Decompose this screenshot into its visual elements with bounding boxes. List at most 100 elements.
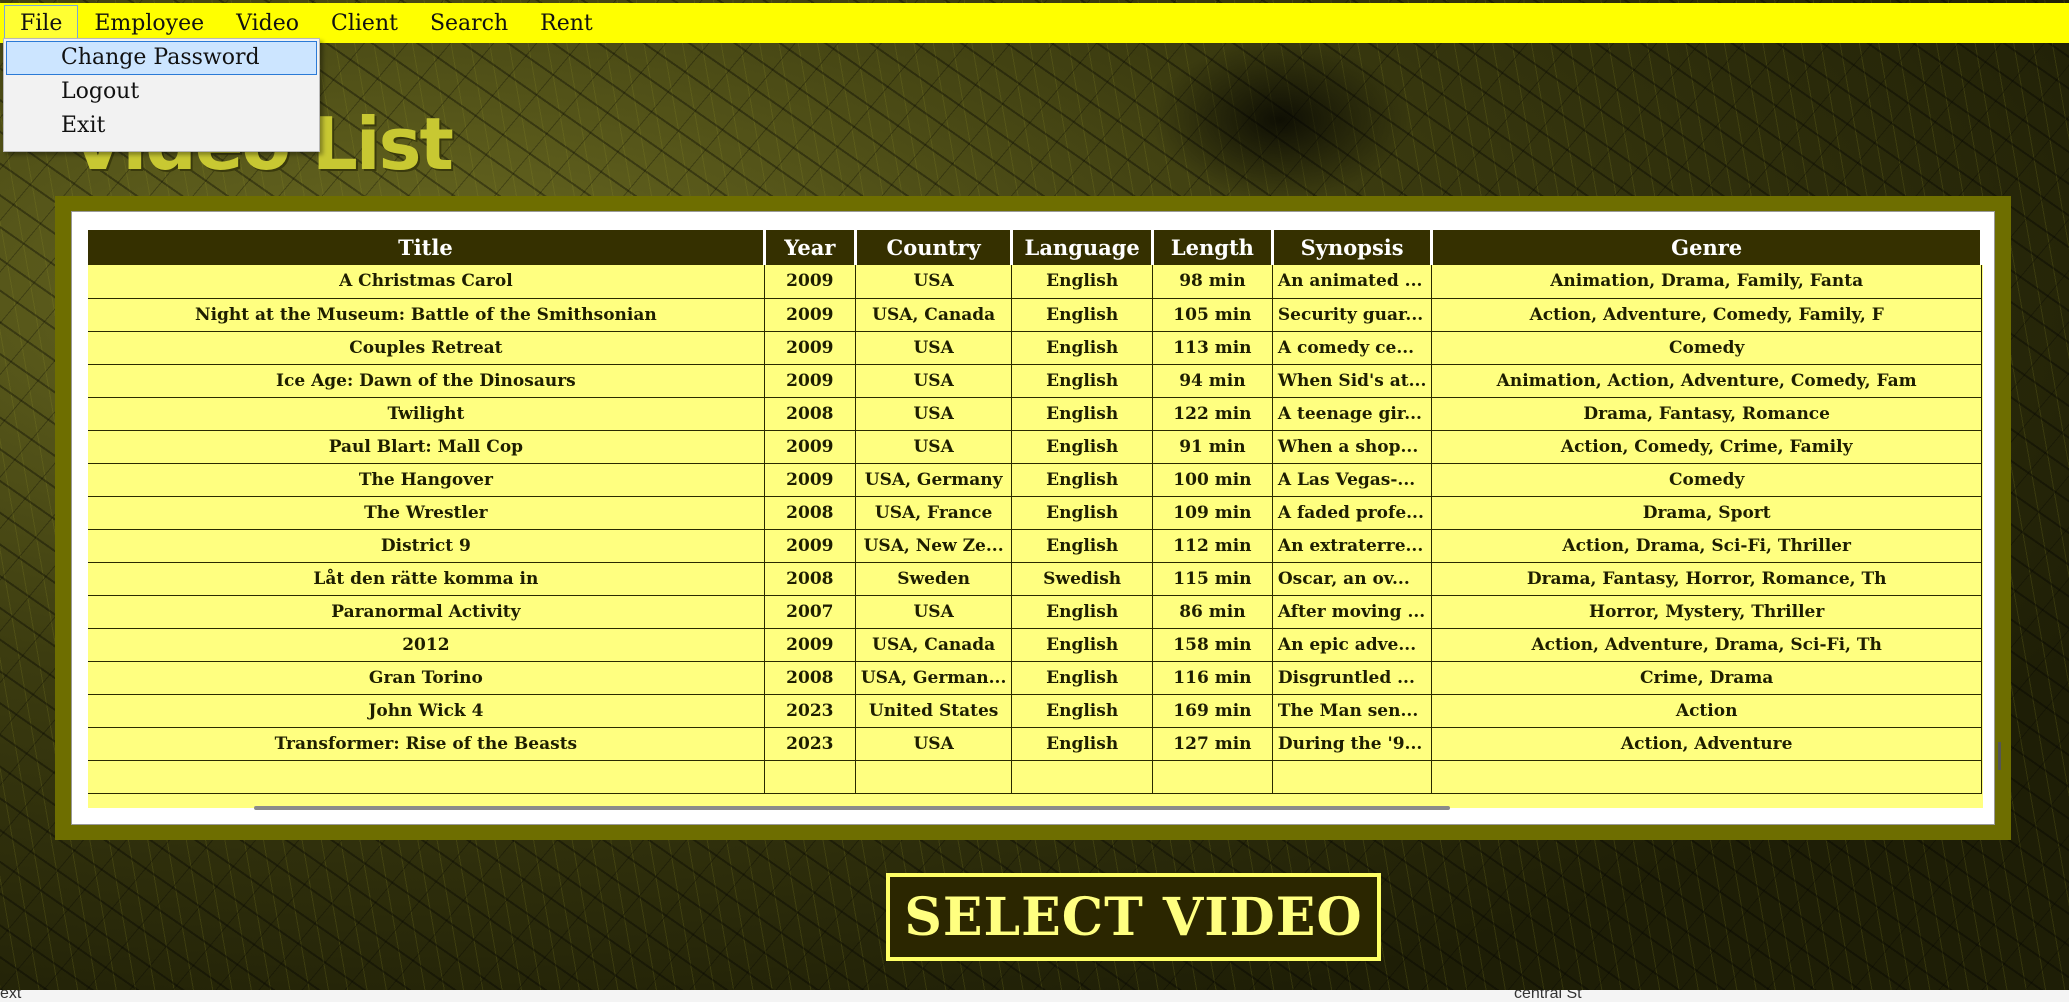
- table-row[interactable]: Låt den rätte komma in 2008 Sweden Swedish 1…: [88, 562, 1982, 596]
- file-dropdown-menu: Change Password Logout Exit: [3, 38, 320, 152]
- cell-language: English: [1011, 298, 1153, 332]
- cell-length: 112 min: [1152, 529, 1273, 563]
- cell-genre: Action, Drama, Sci-Fi, Thriller: [1431, 529, 1982, 563]
- table-row[interactable]: Transformer: Rise of the Beasts 2023 USA En…: [88, 727, 1982, 761]
- background-window-strip: ext central St: [0, 990, 2069, 1002]
- table-row[interactable]: The Hangover 2009 USA, Germany English 100 m…: [88, 463, 1982, 497]
- cell-synopsis: The Man sen...: [1272, 694, 1433, 728]
- cell-title: Gran Torino: [88, 661, 765, 695]
- cell-length: 116 min: [1152, 661, 1273, 695]
- cell-language: Swedish: [1011, 562, 1153, 596]
- cell-year: 2009: [764, 463, 856, 497]
- cell-language: English: [1011, 430, 1153, 464]
- cell-title: 2012: [88, 628, 765, 662]
- cell-country: United States: [855, 694, 1013, 728]
- cell-year: 2009: [764, 298, 856, 332]
- table-row[interactable]: Night at the Museum: Battle of the Smith…: [88, 298, 1982, 332]
- cell-country: USA, Canada: [855, 628, 1013, 662]
- video-table-body: A Christmas Carol 2009 USA English 98 min An …: [88, 265, 1982, 794]
- cell-title: [88, 760, 765, 794]
- table-row[interactable]: Couples Retreat 2009 USA English 113 min A co…: [88, 331, 1982, 365]
- cell-genre: Animation, Action, Adventure, Comedy, Fa…: [1431, 364, 1982, 398]
- cell-title: John Wick 4: [88, 694, 765, 728]
- cell-synopsis: Oscar, an ov...: [1272, 562, 1433, 596]
- cell-genre: Drama, Sport: [1431, 496, 1982, 530]
- menu-item-exit[interactable]: Exit: [6, 109, 317, 143]
- menu-rent[interactable]: Rent: [524, 5, 609, 41]
- cell-length: 122 min: [1152, 397, 1273, 431]
- cell-synopsis: [1272, 760, 1433, 794]
- horizontal-scrollbar[interactable]: [254, 806, 1450, 810]
- cell-language: English: [1011, 529, 1153, 563]
- table-row[interactable]: Paul Blart: Mall Cop 2009 USA English 91 min…: [88, 430, 1982, 464]
- cell-title: The Wrestler: [88, 496, 765, 530]
- cell-year: 2023: [764, 694, 856, 728]
- cell-genre: Drama, Fantasy, Romance: [1431, 397, 1982, 431]
- menu-video[interactable]: Video: [220, 5, 315, 41]
- cell-title: The Hangover: [88, 463, 765, 497]
- cell-synopsis: During the '9...: [1272, 727, 1433, 761]
- cell-year: 2009: [764, 430, 856, 464]
- column-header-language[interactable]: Language: [1011, 230, 1154, 265]
- cell-length: 169 min: [1152, 694, 1273, 728]
- table-row[interactable]: 2012 2009 USA, Canada English 158 min An epic…: [88, 628, 1982, 662]
- background-text-right: central St: [1514, 990, 1582, 1002]
- cell-length: 158 min: [1152, 628, 1273, 662]
- table-row[interactable]: Gran Torino 2008 USA, German... English 116 …: [88, 661, 1982, 695]
- table-row[interactable]: Twilight 2008 USA English 122 min A teenage g…: [88, 397, 1982, 431]
- menu-item-change-password[interactable]: Change Password: [6, 41, 317, 75]
- select-video-button[interactable]: SELECT VIDEO: [886, 873, 1381, 961]
- cell-title: Night at the Museum: Battle of the Smith…: [88, 298, 765, 332]
- menu-item-logout[interactable]: Logout: [6, 75, 317, 109]
- cell-genre: Action, Adventure: [1431, 727, 1982, 761]
- vertical-scrollbar-thumb[interactable]: [1998, 742, 2001, 770]
- cell-year: 2009: [764, 364, 856, 398]
- column-header-title[interactable]: Title: [88, 230, 766, 265]
- cell-length: 98 min: [1152, 265, 1273, 299]
- cell-genre: [1431, 760, 1982, 794]
- cell-length: 105 min: [1152, 298, 1273, 332]
- cell-length: 94 min: [1152, 364, 1273, 398]
- cell-country: USA, Germany: [855, 463, 1013, 497]
- cell-year: 2009: [764, 265, 856, 299]
- cell-genre: Action: [1431, 694, 1982, 728]
- cell-language: English: [1011, 496, 1153, 530]
- cell-synopsis: A teenage gir...: [1272, 397, 1433, 431]
- table-row[interactable]: John Wick 4 2023 United States English 169 m…: [88, 694, 1982, 728]
- cell-genre: Horror, Mystery, Thriller: [1431, 595, 1982, 629]
- cell-language: English: [1011, 331, 1153, 365]
- cell-length: 127 min: [1152, 727, 1273, 761]
- cell-synopsis: A Las Vegas-...: [1272, 463, 1433, 497]
- cell-title: Twilight: [88, 397, 765, 431]
- cell-genre: Action, Comedy, Crime, Family: [1431, 430, 1982, 464]
- cell-language: English: [1011, 595, 1153, 629]
- column-header-year[interactable]: Year: [764, 230, 857, 265]
- cell-synopsis: An animated ...: [1272, 265, 1433, 299]
- table-row[interactable]: A Christmas Carol 2009 USA English 98 min An …: [88, 265, 1982, 299]
- menu-employee[interactable]: Employee: [78, 5, 220, 41]
- video-table-viewport: Title Year Country Language Length Synop…: [88, 230, 1983, 808]
- cell-genre: Comedy: [1431, 463, 1982, 497]
- cell-length: 91 min: [1152, 430, 1273, 464]
- cell-country: USA, German...: [855, 661, 1013, 695]
- cell-synopsis: Disgruntled ...: [1272, 661, 1433, 695]
- table-row[interactable]: [88, 760, 1982, 794]
- menu-client[interactable]: Client: [315, 5, 414, 41]
- cell-title: Ice Age: Dawn of the Dinosaurs: [88, 364, 765, 398]
- menu-file[interactable]: File: [4, 5, 79, 41]
- column-header-genre[interactable]: Genre: [1431, 230, 1983, 265]
- column-header-country[interactable]: Country: [855, 230, 1014, 265]
- column-header-length[interactable]: Length: [1152, 230, 1274, 265]
- menu-search[interactable]: Search: [414, 5, 524, 41]
- cell-genre: Drama, Fantasy, Horror, Romance, Th: [1431, 562, 1982, 596]
- table-row[interactable]: Ice Age: Dawn of the Dinosaurs 2009 USA Eng…: [88, 364, 1982, 398]
- cell-year: 2008: [764, 496, 856, 530]
- cell-language: English: [1011, 694, 1153, 728]
- table-row[interactable]: The Wrestler 2008 USA, France English 109 mi…: [88, 496, 1982, 530]
- cell-genre: Action, Adventure, Comedy, Family, F: [1431, 298, 1982, 332]
- cell-language: English: [1011, 463, 1153, 497]
- table-row[interactable]: District 9 2009 USA, New Ze... English 112 m…: [88, 529, 1982, 563]
- cell-year: 2007: [764, 595, 856, 629]
- table-row[interactable]: Paranormal Activity 2007 USA English 86 min A…: [88, 595, 1982, 629]
- column-header-synopsis[interactable]: Synopsis: [1272, 230, 1434, 265]
